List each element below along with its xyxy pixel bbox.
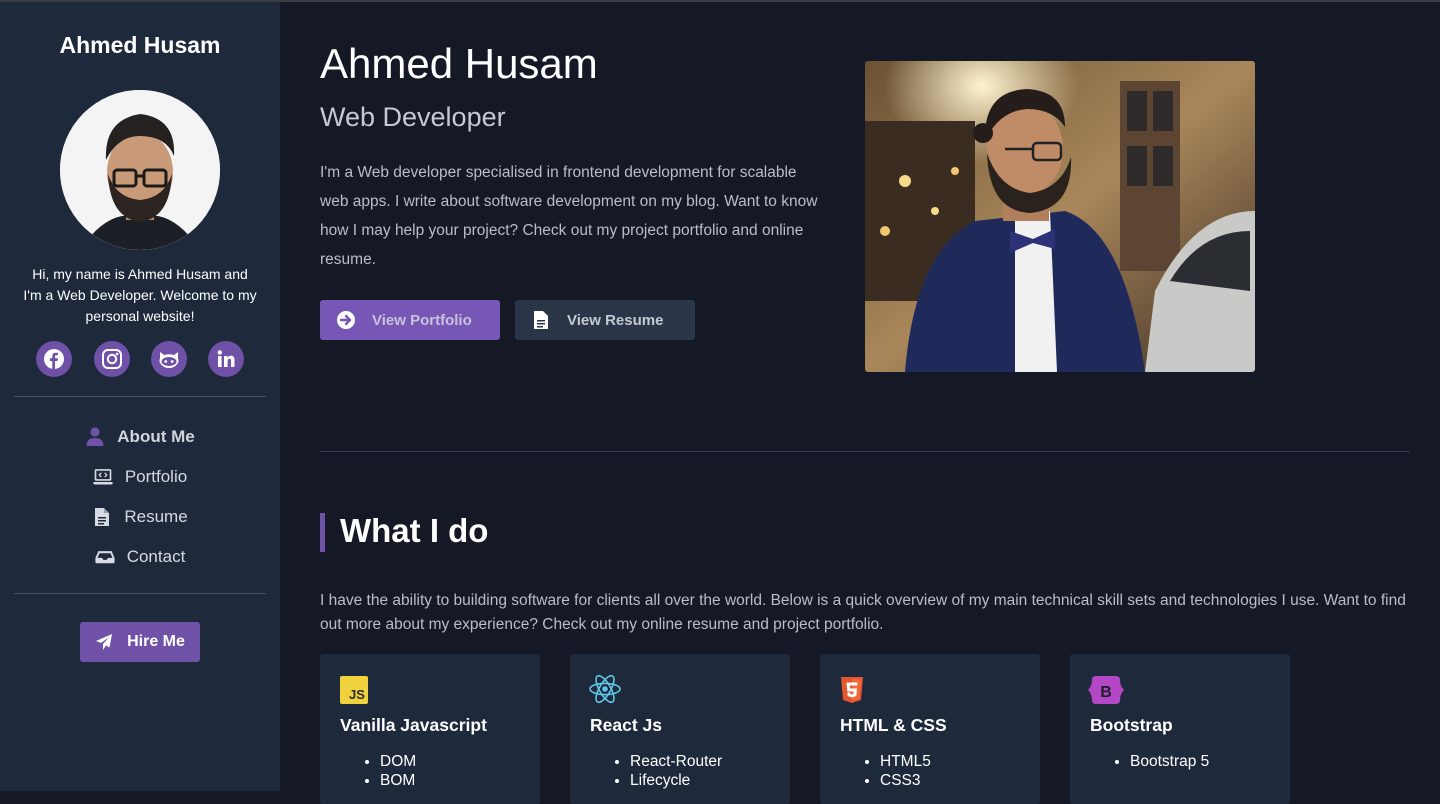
list-item: React-Router (630, 752, 722, 771)
view-portfolio-button[interactable]: View Portfolio (320, 300, 500, 340)
skill-card-html-css: HTML & CSS HTML5 CSS3 (820, 654, 1040, 804)
sidebar-item-contact[interactable]: Contact (0, 541, 280, 573)
bootstrap-icon: B (1088, 676, 1124, 704)
skill-list: React-Router Lifecycle (590, 752, 722, 790)
sidebar-item-label: About Me (117, 427, 195, 446)
skill-list: HTML5 CSS3 (840, 752, 931, 790)
paper-plane-icon (96, 634, 113, 650)
arrow-circle-right-icon (336, 310, 356, 330)
sidebar-divider (14, 593, 266, 594)
skill-card-title: React Js (590, 715, 662, 735)
facebook-icon (44, 349, 64, 369)
sidebar-divider (14, 396, 266, 397)
view-resume-label: View Resume (567, 311, 664, 329)
instagram-link[interactable] (94, 341, 130, 377)
list-item: BOM (380, 771, 416, 790)
linkedin-link[interactable] (208, 341, 244, 377)
list-item: DOM (380, 752, 416, 771)
skill-card-react: React Js React-Router Lifecycle (570, 654, 790, 804)
file-icon (92, 507, 112, 527)
list-item: CSS3 (880, 771, 931, 790)
section-title-accent (320, 513, 325, 552)
github-link[interactable] (151, 341, 187, 377)
sidebar-item-resume[interactable]: Resume (0, 501, 280, 533)
hire-me-label: Hire Me (127, 633, 185, 650)
sidebar-item-label: Resume (124, 507, 188, 526)
react-icon (589, 674, 621, 704)
list-item: Bootstrap 5 (1130, 752, 1209, 771)
what-i-do-text: I have the ability to building software … (320, 592, 1406, 633)
github-icon (159, 352, 179, 368)
facebook-link[interactable] (36, 341, 72, 377)
laptop-code-icon (93, 467, 113, 487)
linkedin-icon (217, 350, 235, 367)
skill-list: DOM BOM (340, 752, 416, 790)
job-title: Web Developer (320, 102, 506, 132)
file-icon (531, 310, 551, 330)
html5-icon (841, 677, 863, 703)
list-item: HTML5 (880, 752, 931, 771)
skill-card-javascript: JS Vanilla Javascript DOM BOM (320, 654, 540, 804)
skill-card-bootstrap: B Bootstrap Bootstrap 5 (1070, 654, 1290, 804)
skill-card-title: Vanilla Javascript (340, 715, 487, 735)
sidebar: Ahmed Husam Hi, my name is Ahmed Husam a… (0, 2, 280, 791)
page-title: Ahmed Husam (320, 40, 598, 87)
intro-paragraph: I'm a Web developer specialised in front… (320, 164, 818, 268)
view-resume-button[interactable]: View Resume (515, 300, 695, 340)
svg-text:B: B (1100, 684, 1112, 701)
skill-card-title: Bootstrap (1090, 715, 1173, 735)
hire-me-button[interactable]: Hire Me (80, 622, 200, 662)
javascript-icon: JS (340, 676, 368, 704)
instagram-icon (102, 349, 122, 369)
view-portfolio-label: View Portfolio (372, 311, 472, 329)
sidebar-item-label: Portfolio (124, 467, 188, 486)
what-i-do-title: What I do (340, 512, 489, 549)
sidebar-item-portfolio[interactable]: Portfolio (0, 461, 280, 493)
profile-photo (865, 61, 1255, 372)
sidebar-item-about-me[interactable]: About Me (0, 421, 280, 453)
svg-text:JS: JS (349, 687, 365, 702)
section-divider (320, 451, 1410, 452)
sidebar-item-label: Contact (126, 547, 186, 566)
social-links (36, 341, 246, 377)
user-icon (85, 427, 105, 447)
skill-list: Bootstrap 5 (1090, 752, 1209, 771)
sidebar-intro: Hi, my name is Ahmed Husam and I'm a Web… (23, 266, 257, 324)
inbox-icon (95, 547, 115, 567)
skill-card-title: HTML & CSS (840, 715, 947, 735)
avatar (60, 90, 220, 250)
list-item: Lifecycle (630, 771, 722, 790)
sidebar-name: Ahmed Husam (59, 32, 221, 58)
